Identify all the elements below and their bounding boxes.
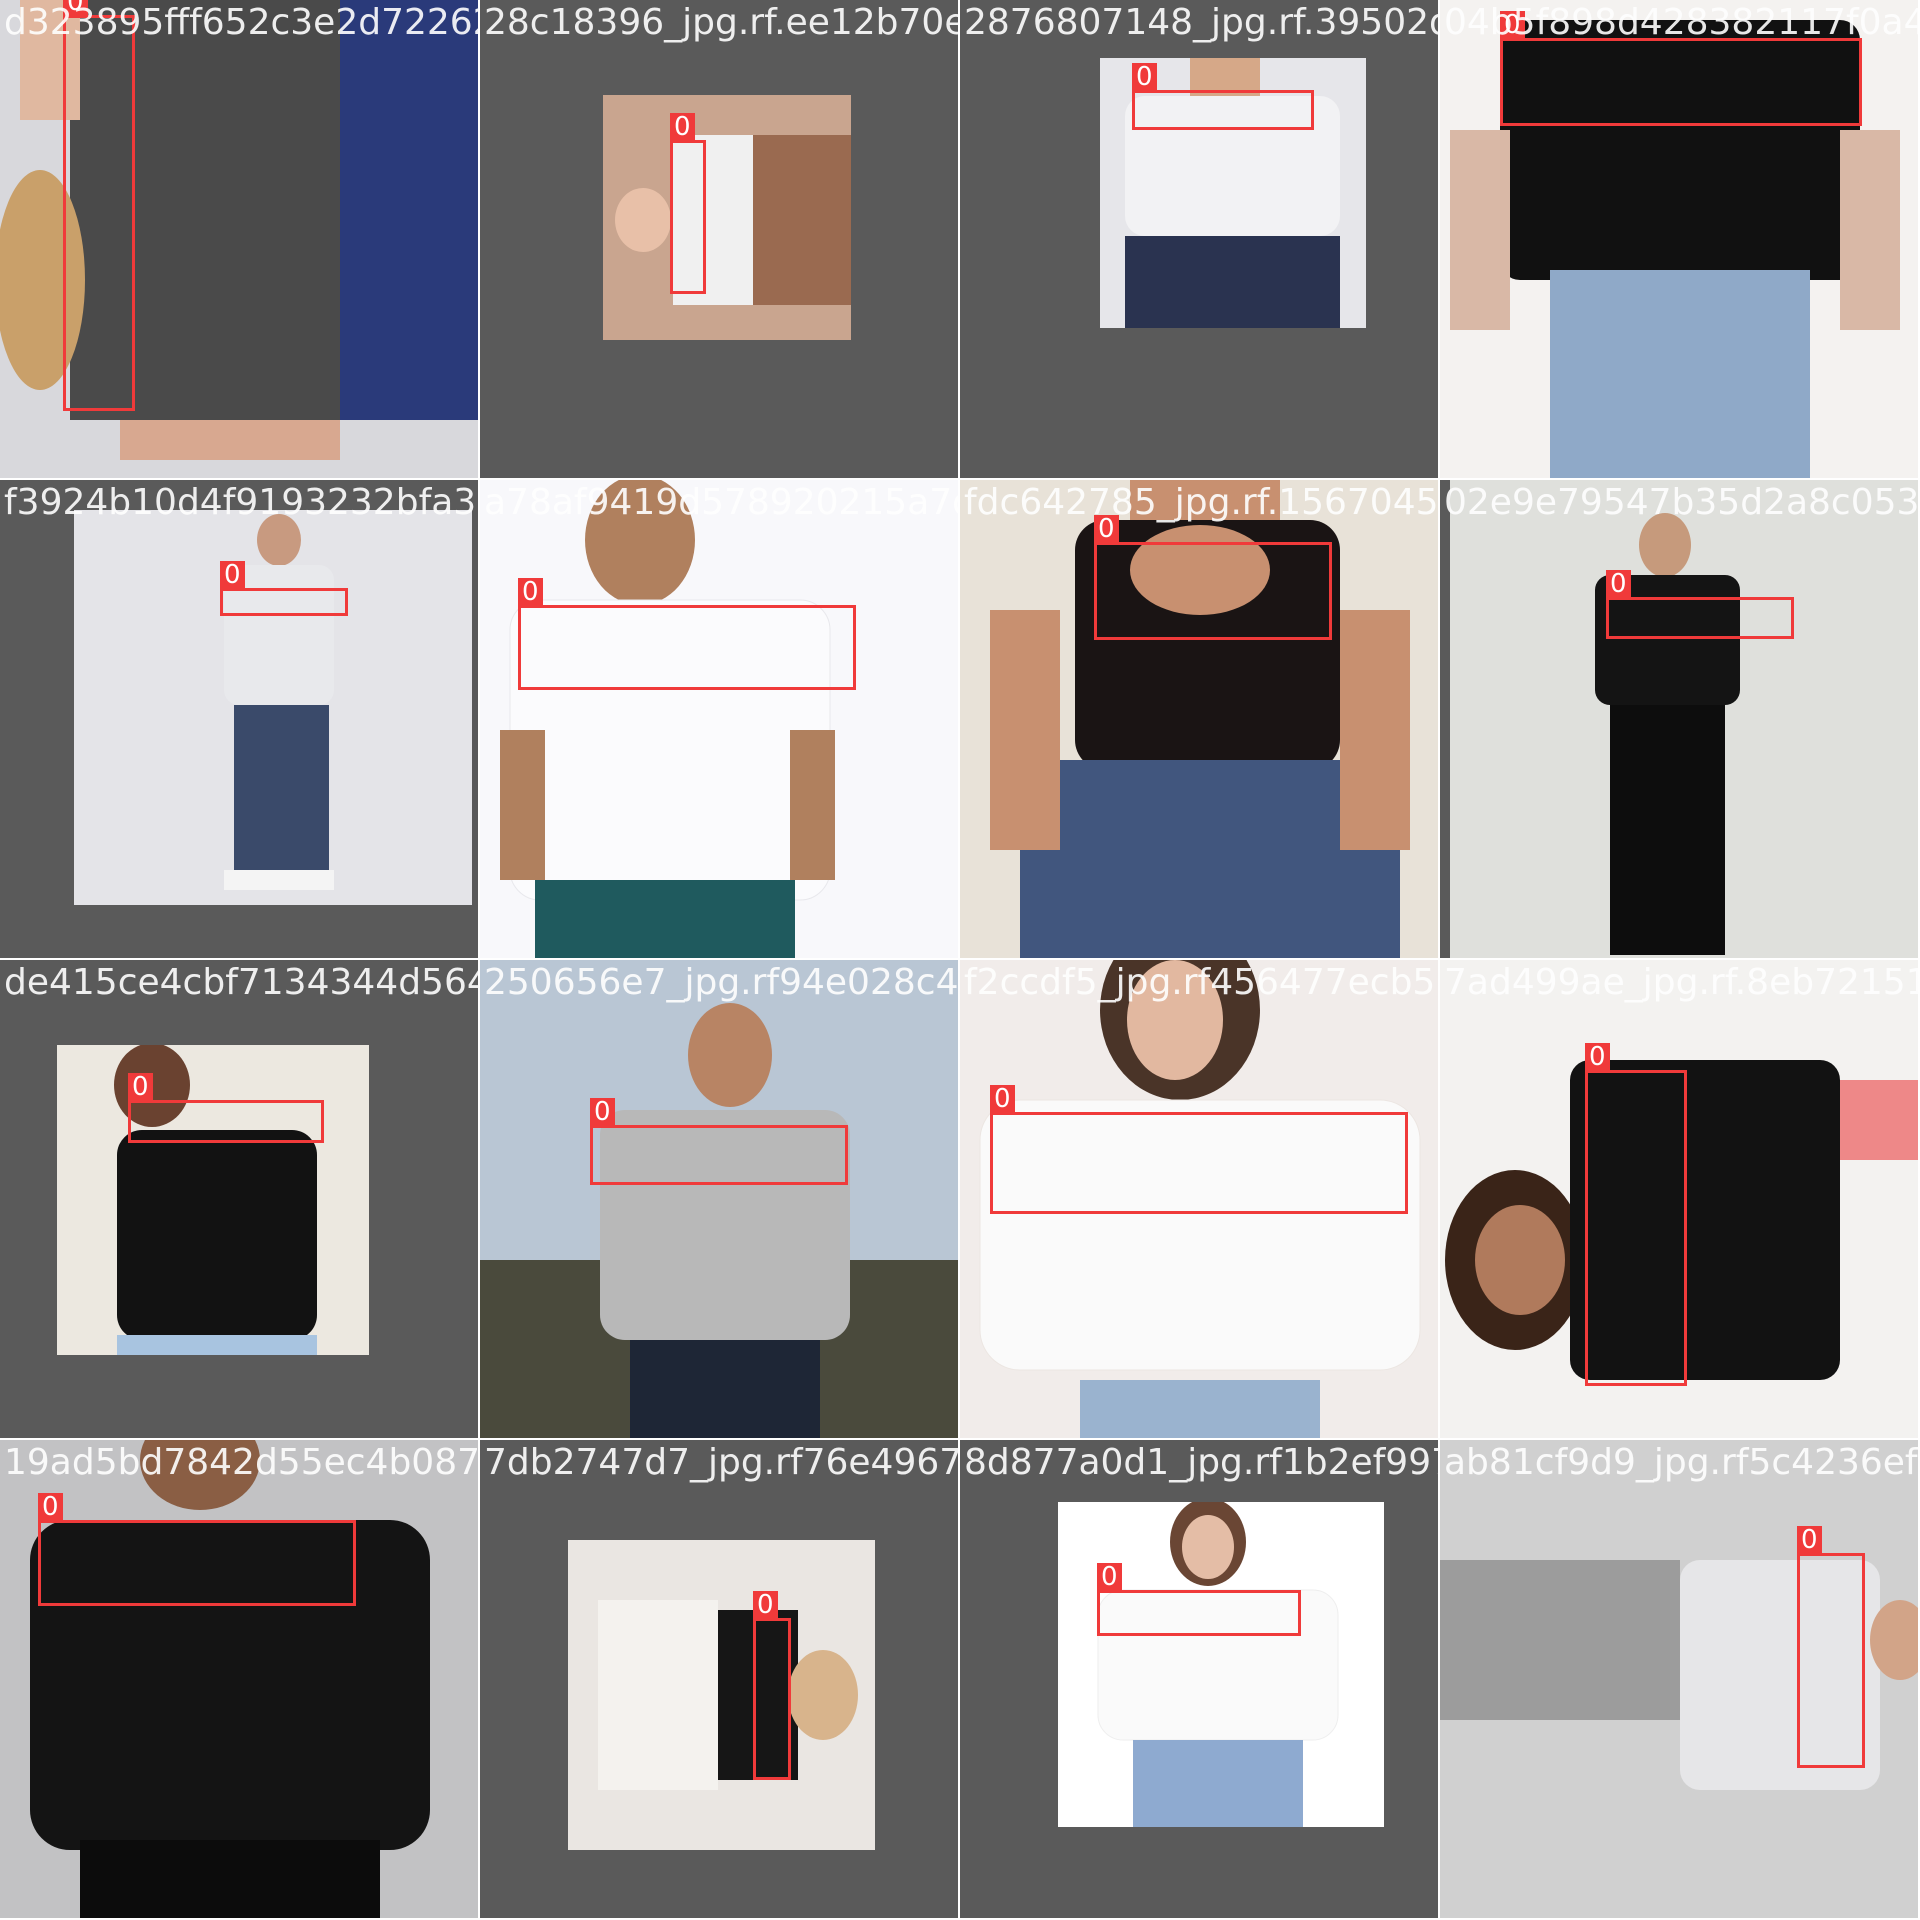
bounding-box[interactable]: 0 [1500, 11, 1862, 126]
image-filename: 8d877a0d1_jpg.rf1b2ef99727 [964, 1442, 1438, 1483]
person-shape [1097, 1502, 1339, 1827]
person-shape [615, 135, 851, 305]
bounding-box[interactable]: 0 [1097, 1563, 1301, 1636]
tile-11[interactable]: 0 7ad499ae_jpg.rf.8eb72151ce [1440, 960, 1918, 1438]
class-label: 0 [220, 561, 245, 589]
class-label: 0 [1606, 570, 1631, 598]
class-label: 0 [128, 1073, 153, 1101]
image-filename: de415ce4cbf7134344d5645d2500656e7_jpg.rf… [4, 962, 478, 1003]
tile-2[interactable]: 0 2876807148_jpg.rf.39502de155 [960, 0, 1438, 478]
class-label: 0 [38, 1493, 63, 1521]
tile-13[interactable]: 0 7db2747d7_jpg.rf76e4967be8d8 [480, 1440, 958, 1918]
class-label: 0 [1797, 1526, 1822, 1554]
image-filename: 28c18396_jpg.rf.ee12b70e8f28 [484, 2, 958, 43]
tile-9[interactable]: 0 250656e7_jpg.rf94e028c4237f2 [480, 960, 958, 1438]
class-label: 0 [670, 113, 695, 141]
bounding-box[interactable]: 0 [1797, 1526, 1865, 1768]
tile-0[interactable]: 0 d323895fff652c3e2d72262648d18396_jpg.r… [0, 0, 478, 478]
tile-image [57, 1045, 369, 1355]
bounding-box[interactable]: 0 [1585, 1043, 1687, 1386]
bounding-box[interactable]: 0 [990, 1085, 1408, 1214]
class-label: 0 [990, 1085, 1015, 1113]
tile-image [603, 95, 851, 340]
mosaic-grid: 0 d323895fff652c3e2d72262648d18396_jpg.r… [0, 0, 1920, 1920]
class-label: 0 [590, 1098, 615, 1126]
class-label: 0 [1585, 1043, 1610, 1071]
class-label: 0 [1132, 63, 1157, 91]
tile-image [480, 960, 958, 1438]
tile-6[interactable]: 0 fdc642785_jpg.rf.156704586ac8 [960, 480, 1438, 958]
person-shape [1595, 513, 1740, 955]
tile-15[interactable]: 0 ab81cf9d9_jpg.rf5c4236efb5 [1440, 1440, 1918, 1918]
class-label: 0 [518, 578, 543, 606]
tile-image [0, 1440, 478, 1918]
person-shape [500, 480, 835, 958]
tile-image [1450, 480, 1918, 958]
tile-7[interactable]: 0 02e9e79547b35d2a8c0533f2 [1440, 480, 1918, 958]
tile-image [480, 480, 958, 958]
tile-14[interactable]: 0 8d877a0d1_jpg.rf1b2ef99727 [960, 1440, 1438, 1918]
bounding-box[interactable]: 0 [128, 1073, 324, 1143]
image-filename: 7db2747d7_jpg.rf76e4967be8d8 [484, 1442, 958, 1483]
class-label: 0 [1094, 515, 1119, 543]
person-shape [480, 1003, 958, 1438]
tile-10[interactable]: 0 f2ccdf5_jpg.rf456477ecb57ad4499ae [960, 960, 1438, 1438]
bounding-box[interactable]: 0 [1606, 570, 1794, 639]
tile-image [568, 1540, 875, 1850]
tile-1[interactable]: 0 28c18396_jpg.rf.ee12b70e8f28 [480, 0, 958, 478]
bounding-box[interactable]: 0 [1094, 515, 1332, 640]
bounding-box[interactable]: 0 [38, 1493, 356, 1606]
bounding-box[interactable]: 0 [670, 113, 706, 294]
bounding-box[interactable]: 0 [1132, 63, 1314, 130]
class-label: 0 [63, 0, 88, 16]
class-label: 0 [753, 1591, 778, 1619]
class-label: 0 [1097, 1563, 1122, 1591]
tile-4[interactable]: 0 f3924b10d4f9193232bfa3932a78af9419d578… [0, 480, 478, 958]
person-shape [30, 1440, 430, 1918]
class-label: 0 [1500, 11, 1525, 39]
image-filename: 2876807148_jpg.rf.39502de155 [964, 2, 1438, 43]
tile-3[interactable]: 0 04b5f898d428382117f0a4 [1440, 0, 1918, 478]
bounding-box[interactable]: 0 [220, 561, 348, 616]
bounding-box[interactable]: 0 [63, 0, 135, 411]
person-shape [598, 1600, 858, 1790]
bounding-box[interactable]: 0 [518, 578, 856, 690]
tile-image [1058, 1502, 1384, 1827]
bounding-box[interactable]: 0 [753, 1591, 791, 1780]
tile-8[interactable]: 0 de415ce4cbf7134344d5645d2500656e7_jpg.… [0, 960, 478, 1438]
tile-image [74, 510, 472, 905]
tile-12[interactable]: 0 19ad5bd7842d55ec4b087d77db2747d7_jpg.r… [0, 1440, 478, 1918]
person-shape [114, 1045, 317, 1355]
person-shape [224, 514, 334, 890]
bounding-box[interactable]: 0 [590, 1098, 848, 1185]
tile-5[interactable]: 0 a78af9419d578920215a7d5_jpg [480, 480, 958, 958]
